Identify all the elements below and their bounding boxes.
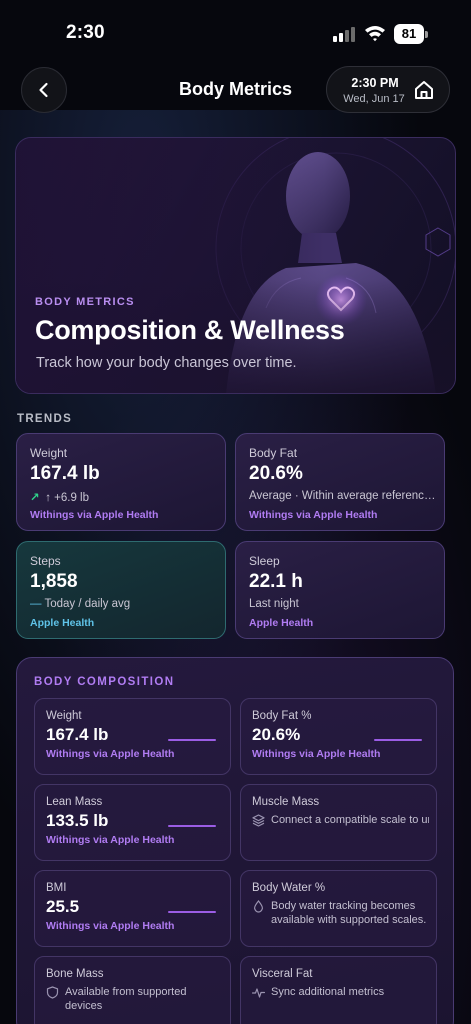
- trend-value: 1,858: [30, 571, 78, 592]
- trend-sub-text: Today / daily avg: [44, 598, 131, 610]
- trend-source: Withings via Apple Health: [30, 509, 159, 521]
- metric-label: Bone Mass: [46, 968, 104, 980]
- body-composition-title: BODY COMPOSITION: [34, 676, 175, 688]
- trend-source: Withings via Apple Health: [249, 509, 378, 521]
- metric-value: 133.5 lb: [46, 811, 109, 830]
- metric-card-body-water[interactable]: Body Water % Body water tracking becomes…: [240, 870, 437, 947]
- metric-label: Body Fat %: [252, 710, 312, 722]
- hero-eyebrow: BODY METRICS: [35, 296, 135, 308]
- trend-card-body-fat[interactable]: Body Fat 20.6% Average · Within average …: [235, 433, 445, 531]
- trend-up-icon: ↗: [30, 492, 40, 504]
- trend-value: 22.1 h: [249, 571, 303, 592]
- trend-label: Body Fat: [249, 446, 298, 460]
- battery-level: 81: [394, 24, 424, 44]
- wifi-icon: [365, 26, 385, 42]
- metric-note: Available from supported devices: [65, 986, 187, 1012]
- metric-card-weight[interactable]: Weight 167.4 lb Withings via Apple Healt…: [34, 698, 231, 775]
- metric-card-bmi[interactable]: BMI 25.5 Withings via Apple Health: [34, 870, 231, 947]
- shield-icon: [46, 986, 59, 999]
- trend-change: ↑ +6.9 lb: [45, 492, 89, 504]
- metric-note: Body water tracking becomes available wi…: [271, 900, 427, 926]
- home-icon[interactable]: [413, 79, 435, 101]
- trend-card-steps[interactable]: Steps 1,858 — Today / daily avg Apple He…: [16, 541, 226, 639]
- sparkline: [168, 825, 216, 827]
- trend-source: Apple Health: [249, 617, 314, 629]
- metric-label: BMI: [46, 882, 67, 894]
- trend-label: Steps: [30, 554, 61, 568]
- metric-label: Muscle Mass: [252, 796, 320, 808]
- metric-label: Lean Mass: [46, 796, 103, 808]
- metric-source: Withings via Apple Health: [46, 834, 175, 846]
- metric-card-lean-mass[interactable]: Lean Mass 133.5 lb Withings via Apple He…: [34, 784, 231, 861]
- metric-value: 20.6%: [252, 725, 301, 744]
- trend-sub: Average · Within average reference range: [249, 490, 439, 502]
- sparkline: [374, 739, 422, 741]
- metric-card-body-fat[interactable]: Body Fat % 20.6% Withings via Apple Heal…: [240, 698, 437, 775]
- metric-value: 167.4 lb: [46, 725, 109, 744]
- pill-date: Wed, Jun 17: [343, 93, 405, 105]
- sparkline: [168, 911, 216, 913]
- body-composition-panel: BODY COMPOSITION Weight 167.4 lb Withing…: [16, 657, 454, 1024]
- layers-icon: [252, 814, 265, 827]
- status-time: 2:30: [66, 22, 105, 43]
- flat-trend-icon: —: [30, 598, 42, 610]
- metric-note: Connect a compatible scale to unlock mus…: [271, 814, 429, 826]
- metric-card-bone-mass[interactable]: Bone Mass Available from supported devic…: [34, 956, 231, 1024]
- battery-icon: 81: [394, 24, 428, 44]
- metric-note: Sync additional metrics: [271, 986, 385, 998]
- hero-banner: BODY METRICS Composition & Wellness Trac…: [15, 137, 456, 394]
- metric-source: Withings via Apple Health: [46, 920, 175, 932]
- metric-card-visceral-fat[interactable]: Visceral Fat Sync additional metrics: [240, 956, 437, 1024]
- trend-label: Weight: [30, 446, 68, 460]
- pill-time: 2:30 PM: [351, 76, 399, 90]
- status-bar: 2:30 81: [0, 0, 471, 62]
- trend-card-weight[interactable]: Weight 167.4 lb ↗ ↑ +6.9 lb Withings via…: [16, 433, 226, 531]
- sparkline: [168, 739, 216, 741]
- trend-label: Sleep: [249, 554, 280, 568]
- metric-label: Visceral Fat: [252, 968, 313, 980]
- metric-source: Withings via Apple Health: [252, 748, 381, 760]
- hero-title: Composition & Wellness: [35, 315, 345, 345]
- pulse-icon: [252, 988, 265, 998]
- trend-source: Apple Health: [30, 617, 95, 629]
- metric-label: Body Water %: [252, 882, 326, 894]
- trend-sub: ↗ ↑ +6.9 lb: [30, 490, 220, 504]
- trend-sub: Last night: [249, 598, 299, 610]
- metric-value: 25.5: [46, 897, 80, 916]
- trend-value: 167.4 lb: [30, 463, 100, 484]
- hero-subtitle: Track how your body changes over time.: [36, 355, 297, 371]
- metric-source: Withings via Apple Health: [46, 748, 175, 760]
- cellular-signal-icon: [333, 26, 359, 42]
- trend-sub: — Today / daily avg: [30, 598, 220, 610]
- trend-value: 20.6%: [249, 463, 303, 484]
- trend-card-sleep[interactable]: Sleep 22.1 h Last night Apple Health: [235, 541, 445, 639]
- time-home-pill[interactable]: 2:30 PM Wed, Jun 17: [326, 66, 450, 113]
- metric-label: Weight: [46, 710, 82, 722]
- metric-card-muscle-mass[interactable]: Muscle Mass Connect a compatible scale t…: [240, 784, 437, 861]
- trends-section-label: TRENDS: [17, 413, 73, 425]
- droplet-icon: [254, 900, 263, 913]
